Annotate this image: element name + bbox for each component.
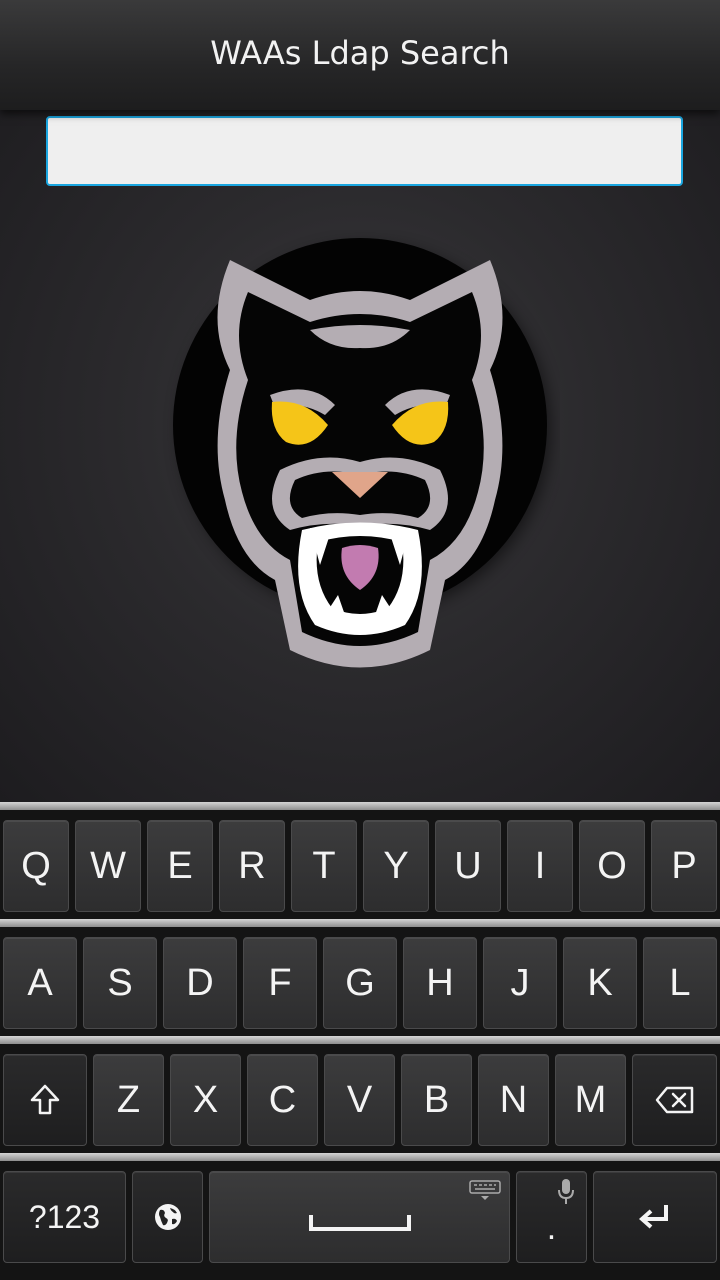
key-o[interactable]: O (579, 820, 645, 912)
period-key[interactable]: . (516, 1171, 587, 1263)
backspace-icon (655, 1086, 693, 1114)
keyboard-row-divider (0, 1153, 720, 1161)
key-a[interactable]: A (3, 937, 77, 1029)
key-j[interactable]: J (483, 937, 557, 1029)
enter-return-icon (638, 1205, 668, 1229)
key-q[interactable]: Q (3, 820, 69, 912)
key-i[interactable]: I (507, 820, 573, 912)
key-r[interactable]: R (219, 820, 285, 912)
main-area (0, 110, 720, 802)
key-c[interactable]: C (247, 1054, 318, 1146)
title-bar: WAAs Ldap Search (0, 0, 720, 110)
key-h[interactable]: H (403, 937, 477, 1029)
key-w[interactable]: W (75, 820, 141, 912)
keyboard-row-divider (0, 1036, 720, 1044)
key-l[interactable]: L (643, 937, 717, 1029)
app-title: WAAs Ldap Search (210, 34, 510, 72)
search-input[interactable] (46, 116, 683, 186)
shift-key[interactable] (3, 1054, 87, 1146)
backspace-key[interactable] (632, 1054, 717, 1146)
key-s[interactable]: S (83, 937, 157, 1029)
keyboard-row-divider (0, 802, 720, 810)
key-e[interactable]: E (147, 820, 213, 912)
keyboard-row-divider (0, 919, 720, 927)
key-t[interactable]: T (291, 820, 357, 912)
key-b[interactable]: B (401, 1054, 472, 1146)
shift-arrow-icon (30, 1084, 60, 1115)
key-p[interactable]: P (651, 820, 717, 912)
key-g[interactable]: G (323, 937, 397, 1029)
symbols-key[interactable]: ?123 (3, 1171, 126, 1263)
period-label: . (546, 1208, 557, 1247)
microphone-icon (558, 1179, 574, 1204)
space-bar-icon (308, 1215, 411, 1231)
space-key[interactable] (209, 1171, 510, 1263)
key-m[interactable]: M (555, 1054, 626, 1146)
key-x[interactable]: X (170, 1054, 241, 1146)
key-k[interactable]: K (563, 937, 637, 1029)
panther-logo-icon (173, 238, 550, 668)
globe-icon (154, 1204, 181, 1230)
key-v[interactable]: V (324, 1054, 395, 1146)
keyboard-icon (469, 1180, 501, 1200)
key-y[interactable]: Y (363, 820, 429, 912)
key-u[interactable]: U (435, 820, 501, 912)
key-d[interactable]: D (163, 937, 237, 1029)
key-n[interactable]: N (478, 1054, 549, 1146)
enter-key[interactable] (593, 1171, 717, 1263)
virtual-keyboard: Q W E R T Y U I O P A S D F G H J K L Z … (0, 802, 720, 1280)
key-f[interactable]: F (243, 937, 317, 1029)
language-key[interactable] (132, 1171, 203, 1263)
key-z[interactable]: Z (93, 1054, 164, 1146)
